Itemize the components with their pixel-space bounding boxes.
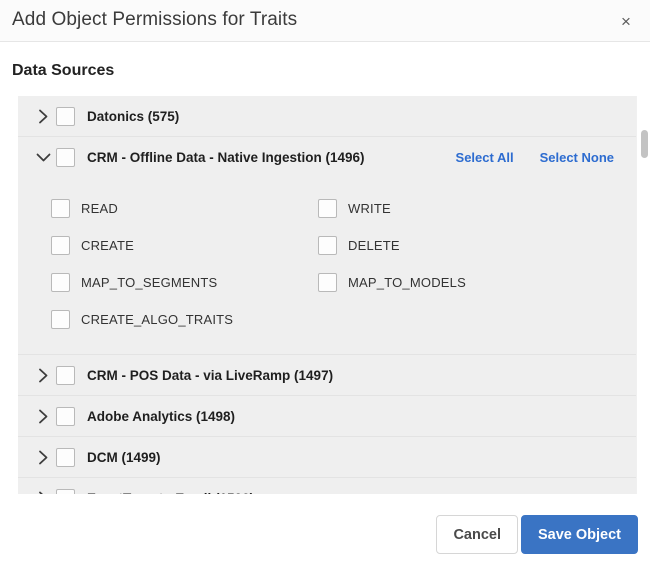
data-source-row[interactable]: Datonics (575)	[18, 96, 642, 137]
list-scrollbar-thumb[interactable]	[641, 130, 648, 158]
data-source-row[interactable]: Adobe Analytics (1498)	[18, 396, 642, 437]
permission-checkbox[interactable]	[318, 236, 337, 255]
save-object-button[interactable]: Save Object	[520, 515, 638, 554]
data-source-label: Datonics (575)	[87, 108, 180, 124]
data-source-row[interactable]: DCM (1499)	[18, 437, 642, 478]
permission-checkbox[interactable]	[51, 273, 70, 292]
data-source-checkbox[interactable]	[56, 106, 75, 126]
select-none-link[interactable]: Select None	[540, 150, 614, 165]
permission-checkbox[interactable]	[51, 236, 70, 255]
permission-checkbox[interactable]	[318, 273, 337, 292]
data-source-checkbox[interactable]	[56, 148, 75, 167]
chevron-down-icon[interactable]	[30, 152, 56, 163]
permission-checkbox[interactable]	[51, 199, 70, 218]
permission-label: MAP_TO_SEGMENTS	[81, 275, 218, 290]
permission-option[interactable]: CREATE_ALGO_TRAITS	[51, 310, 233, 329]
permission-option[interactable]: WRITE	[318, 199, 391, 218]
data-source-row[interactable]: CRM - POS Data - via LiveRamp (1497)	[18, 355, 642, 396]
dialog-titlebar: Add Object Permissions for Traits ×	[0, 0, 650, 42]
data-source-checkbox[interactable]	[56, 447, 75, 467]
dialog-footer: Cancel Save Object	[0, 494, 650, 578]
permission-label: READ	[81, 201, 118, 216]
permission-checkbox[interactable]	[51, 310, 70, 329]
data-sources-heading: Data Sources	[12, 62, 115, 79]
permission-row: MAP_TO_SEGMENTS MAP_TO_MODELS	[18, 264, 642, 301]
permission-label: CREATE	[81, 238, 134, 253]
permission-row: READ WRITE	[18, 190, 642, 227]
cancel-button[interactable]: Cancel	[436, 515, 518, 554]
dialog-title: Add Object Permissions for Traits	[12, 9, 298, 30]
permission-label: MAP_TO_MODELS	[348, 275, 466, 290]
data-source-row[interactable]: CRM - Offline Data - Native Ingestion (1…	[18, 137, 642, 178]
data-source-label: CRM - Offline Data - Native Ingestion (1…	[87, 150, 365, 165]
row-actions: Select All Select None	[456, 150, 614, 165]
close-icon[interactable]: ×	[611, 6, 641, 36]
permission-label: CREATE_ALGO_TRAITS	[81, 312, 234, 327]
permission-option[interactable]: DELETE	[318, 236, 400, 255]
permission-option[interactable]: CREATE	[51, 236, 134, 255]
permission-row: CREATE_ALGO_TRAITS	[18, 301, 642, 338]
data-source-label: DCM (1499)	[87, 449, 161, 465]
permission-option[interactable]: MAP_TO_SEGMENTS	[51, 273, 217, 292]
chevron-right-icon[interactable]	[30, 368, 56, 383]
select-all-link[interactable]: Select All	[456, 150, 514, 165]
chevron-right-icon[interactable]	[30, 109, 56, 124]
data-sources-list-inner: Datonics (575) CRM - Offline Data - Nati…	[18, 96, 642, 494]
data-source-label: Adobe Analytics (1498)	[87, 408, 236, 424]
chevron-right-icon[interactable]	[30, 450, 56, 465]
data-source-checkbox[interactable]	[56, 365, 75, 385]
permission-label: DELETE	[348, 238, 400, 253]
permission-row: CREATE DELETE	[18, 227, 642, 264]
data-source-label: CRM - POS Data - via LiveRamp (1497)	[87, 367, 334, 383]
data-source-row[interactable]: ExactTarget - Email (1500)	[18, 478, 642, 494]
permission-label: WRITE	[348, 201, 391, 216]
permission-option[interactable]: MAP_TO_MODELS	[318, 273, 466, 292]
permissions-panel: READ WRITE CREATE DELETE MAP_TO_SEGMENTS…	[18, 178, 642, 355]
permission-checkbox[interactable]	[318, 199, 337, 218]
data-sources-list[interactable]: Datonics (575) CRM - Offline Data - Nati…	[18, 96, 642, 494]
permission-option[interactable]: READ	[51, 199, 118, 218]
list-scrollbar[interactable]	[636, 96, 650, 494]
data-source-checkbox[interactable]	[56, 406, 75, 426]
chevron-right-icon[interactable]	[30, 409, 56, 424]
